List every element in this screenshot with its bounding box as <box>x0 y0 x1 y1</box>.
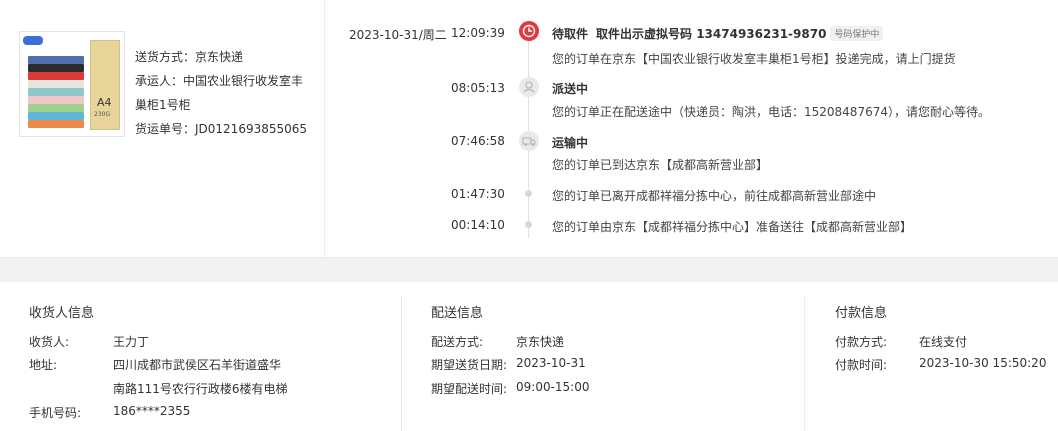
tracking-card: A4 230G 送货方式：京东快递 承运人：中国农业银行收发室丰 巢柜1号柜 货… <box>0 0 1058 258</box>
shipping-method: 送货方式：京东快递 <box>135 50 244 64</box>
delivery-time-label: 期望配送时间: <box>431 382 508 396</box>
event-time: 00:14:10 <box>451 218 505 232</box>
receiver-section-title: 收货人信息 <box>29 306 95 321</box>
clock-icon <box>519 21 539 41</box>
payment-method-label: 付款方式: <box>835 335 888 349</box>
product-image[interactable]: A4 230G <box>19 31 125 137</box>
courier-icon <box>519 77 539 97</box>
phone-number: 186****2355 <box>113 404 191 418</box>
column-divider <box>804 296 805 431</box>
event-desc: 您的订单由京东【成都祥福分拣中心】准备送往【成都高新营业部】 <box>552 220 913 234</box>
delivery-method: 京东快递 <box>516 335 565 349</box>
phone-label: 手机号码: <box>29 406 82 420</box>
payment-method: 在线支付 <box>919 335 968 349</box>
brand-logo <box>23 36 43 45</box>
privacy-badge: 号码保护中 <box>830 26 884 41</box>
paper-stack-graphic <box>28 56 90 136</box>
receiver-name: 王力丁 <box>113 335 150 349</box>
pack-weight-label: 230G <box>94 111 111 118</box>
pickup-code: 取件出示虚拟号码 13474936231-9870 <box>596 27 827 41</box>
carrier-line-2: 巢柜1号柜 <box>135 98 191 112</box>
event-desc: 您的订单已到达京东【成都高新营业部】 <box>552 158 769 172</box>
event-time: 12:09:39 <box>451 26 505 40</box>
payment-time: 2023-10-30 15:50:20 <box>919 356 1047 370</box>
timeline-date: 2023-10-31/周二 <box>349 28 447 42</box>
timeline-dot <box>525 190 532 197</box>
payment-section-title: 付款信息 <box>835 306 888 321</box>
event-desc: 您的订单正在配送途中（快递员：陶洪，电话：15208487674），请您耐心等待… <box>552 105 990 119</box>
event-time: 08:05:13 <box>451 81 505 95</box>
paper-pack-graphic: A4 230G <box>90 40 120 130</box>
address-label: 地址: <box>29 358 58 372</box>
event-title-dispatching: 派送中 <box>552 82 589 96</box>
column-divider <box>401 296 402 431</box>
card-divider <box>324 0 325 258</box>
timeline-dot <box>525 221 532 228</box>
delivery-date: 2023-10-31 <box>516 356 586 370</box>
event-time: 07:46:58 <box>451 134 505 148</box>
event-title-pending-pickup: 待取件 取件出示虚拟号码 13474936231-9870 号码保护中 <box>552 25 884 42</box>
payment-time-label: 付款时间: <box>835 358 888 372</box>
event-title: 待取件 <box>552 27 589 41</box>
event-desc: 您的订单已离开成都祥福分拣中心，前往成都高新营业部途中 <box>552 189 877 203</box>
carrier-line-1: 承运人：中国农业银行收发室丰 <box>135 74 304 88</box>
tracking-number: 货运单号：JD0121693855065 <box>135 122 308 136</box>
delivery-method-label: 配送方式: <box>431 335 484 349</box>
delivery-section-title: 配送信息 <box>431 306 484 321</box>
shipping-info: 送货方式：京东快递 承运人：中国农业银行收发室丰 巢柜1号柜 货运单号：JD01… <box>135 45 315 141</box>
address-line-1: 四川成都市武侯区石羊街道盛华 <box>113 358 282 372</box>
event-title-in-transit: 运输中 <box>552 136 589 150</box>
receiver-name-label: 收货人: <box>29 335 70 349</box>
truck-icon <box>519 131 539 151</box>
event-desc: 您的订单在京东【中国农业银行收发室丰巢柜1号柜】投递完成，请上门提货 <box>552 52 956 66</box>
delivery-date-label: 期望送货日期: <box>431 358 508 372</box>
address-line-2: 南路111号农行行政楼6楼有电梯 <box>113 382 288 396</box>
pack-size-label: A4 <box>97 96 112 109</box>
event-time: 01:47:30 <box>451 187 505 201</box>
delivery-time: 09:00-15:00 <box>516 380 590 394</box>
